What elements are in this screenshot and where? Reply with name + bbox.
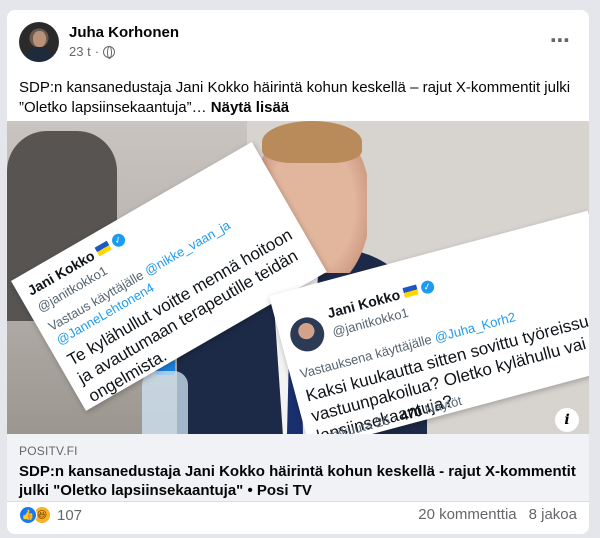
link-title[interactable]: SDP:n kansanedustaja Jani Kokko häirintä… [19, 462, 579, 500]
comments-count[interactable]: 20 kommenttia [418, 506, 516, 523]
post-header: Juha Korhonen 23 t · ⋯ [19, 22, 577, 66]
ukraine-flag-icon [94, 240, 112, 257]
verified-icon: ✓ [109, 231, 127, 249]
meta-separator: · [94, 44, 100, 59]
verified-icon: ✓ [419, 278, 436, 295]
author-name[interactable]: Juha Korhonen [69, 24, 179, 41]
post-time[interactable]: 23 t [69, 44, 91, 59]
see-more-link[interactable]: Näytä lisää [211, 99, 289, 116]
post-text-body: SDP:n kansanedustaja Jani Kokko häirintä… [19, 79, 571, 116]
image-water-bottle [142, 371, 188, 434]
post-stats: 👍 😆 107 20 kommenttia 8 jakoa [19, 506, 577, 528]
like-reaction-icon: 👍 [19, 506, 37, 524]
link-domain: POSITV.FI [19, 444, 78, 458]
globe-icon [103, 45, 116, 59]
post-text: SDP:n kansanedustaja Jani Kokko häirintä… [19, 78, 579, 118]
info-icon[interactable]: i [555, 408, 579, 432]
avatar-body [26, 47, 52, 62]
post-card: Juha Korhonen 23 t · ⋯ SDP:n kansanedust… [7, 10, 589, 534]
link-preview[interactable]: POSITV.FI SDP:n kansanedustaja Jani Kokk… [7, 434, 589, 502]
reaction-count: 107 [57, 506, 83, 524]
post-meta: 23 t · [69, 44, 116, 59]
engagement-counts: 20 kommenttia 8 jakoa [418, 506, 577, 523]
reactions-summary[interactable]: 👍 😆 107 [19, 506, 82, 524]
author-avatar[interactable] [19, 22, 59, 62]
more-options-icon[interactable]: ⋯ [550, 28, 571, 53]
shares-count[interactable]: 8 jakoa [529, 506, 577, 523]
avatar-face [33, 31, 46, 47]
ukraine-flag-icon [402, 284, 419, 298]
image-person-hair [262, 121, 362, 163]
post-image[interactable]: Jani Kokko ✓ @janitkokko1 Vastaus käyttä… [7, 121, 589, 434]
tweet-avatar [286, 313, 329, 356]
